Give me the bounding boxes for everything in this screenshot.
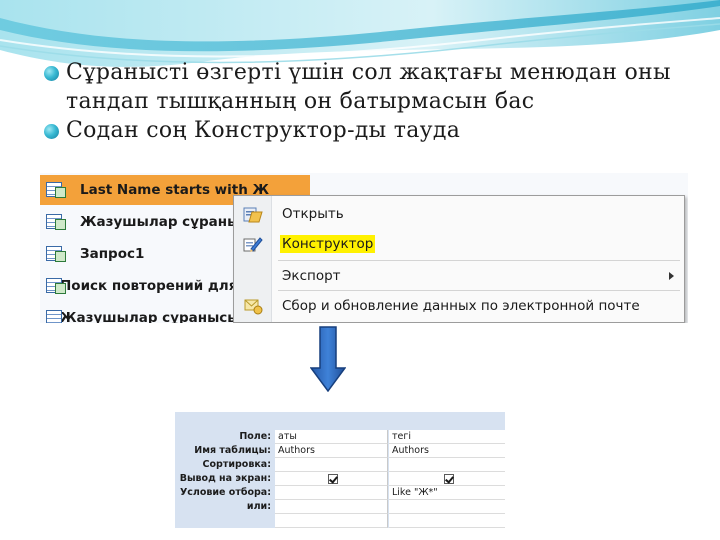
grid-row-field: Поле: аты тегі [175,430,505,444]
show-checkbox[interactable] [327,474,338,484]
grid-row-empty [175,514,505,528]
grid-row-label: Поле: [239,431,271,442]
menu-item-label: Открыть [282,206,344,222]
grid-cell-show [275,472,388,486]
grid-cell-criteria[interactable] [275,486,388,500]
show-checkbox[interactable] [443,474,454,484]
open-icon [243,207,263,223]
grid-row-criteria: Условие отбора: Like "Ж*" [175,486,505,500]
query-icon [46,181,66,199]
menu-item-collect-data[interactable]: Сбор и обновление данных по электронной … [234,292,684,320]
design-view-icon [243,237,263,252]
query-icon [46,245,66,263]
grid-cell-sort[interactable] [275,458,388,472]
down-arrow-icon [310,326,346,392]
grid-cell-table[interactable]: Authors [389,444,505,458]
menu-item-label: Сбор и обновление данных по электронной … [282,298,640,314]
grid-cell-or[interactable] [389,500,505,514]
collect-data-icon [244,299,263,315]
bullet-item: Содан соң Конструктор-ды тауда [42,116,702,145]
grid-row-label: Условие отбора: [179,487,271,498]
menu-item-label: Конструктор [280,235,376,253]
grid-row-table: Имя таблицы: Authors Authors [175,444,505,458]
bullet-icon [44,124,59,139]
grid-cell-empty[interactable] [389,514,505,528]
bullet-item: Сұранысті өзгерті үшін сол жақтағы менюд… [42,58,702,116]
grid-cell-table[interactable]: Authors [275,444,388,458]
menu-item-design-view[interactable]: Конструктор [234,230,684,258]
grid-row-label: или: [246,501,271,512]
menu-separator [278,260,680,261]
grid-cell-empty[interactable] [275,514,388,528]
bullet-list: Сұранысті өзгерті үшін сол жақтағы менюд… [42,58,702,145]
grid-row-label: Вывод на экран: [179,473,271,484]
nav-item-label: Запрос1 [80,246,145,262]
query-design-grid: Поле: аты тегі Имя таблицы: Authors Auth… [175,412,505,528]
grid-row-label: Сортировка: [202,459,271,470]
grid-cell-field[interactable]: тегі [389,430,505,444]
context-menu: Открыть Конструктор Экспорт Сбор и обнов… [233,195,685,323]
bullet-icon [44,66,59,81]
grid-row-or: или: [175,500,505,514]
access-navigation-screenshot: Last Name starts with Ж Жазушылар сұраны… [40,173,688,323]
grid-cell-or[interactable] [275,500,388,514]
grid-cell-criteria[interactable]: Like "Ж*" [389,486,505,500]
menu-item-label: Экспорт [282,268,341,284]
menu-separator [278,290,680,291]
submenu-arrow-icon [669,272,674,280]
menu-item-export[interactable]: Экспорт [234,262,684,290]
grid-row-label: Имя таблицы: [194,445,271,456]
grid-row-sort: Сортировка: [175,458,505,472]
bullet-text: Содан соң Конструктор-ды тауда [66,118,461,143]
query-icon [46,213,66,231]
grid-cell-sort[interactable] [389,458,505,472]
bullet-text: Сұранысті өзгерті үшін сол жақтағы менюд… [66,60,671,114]
grid-cell-field[interactable]: аты [275,430,388,444]
menu-item-open[interactable]: Открыть [234,200,684,228]
grid-row-show: Вывод на экран: [175,472,505,486]
grid-cell-show [389,472,505,486]
